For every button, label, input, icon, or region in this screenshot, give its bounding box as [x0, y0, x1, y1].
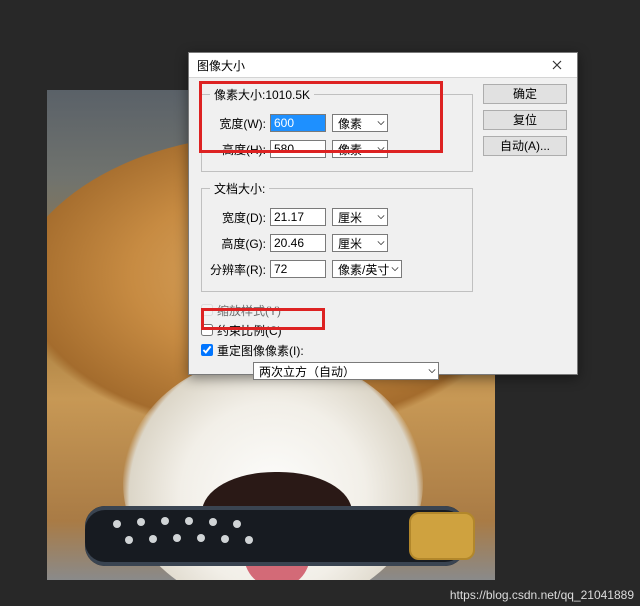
res-unit-select[interactable]: 像素/英寸 — [332, 260, 402, 278]
scale-styles-box — [201, 304, 213, 316]
resample-box[interactable] — [201, 344, 213, 356]
chevron-down-icon — [377, 213, 385, 221]
interpolation-value: 两次立方（自动） — [259, 363, 355, 380]
doc-height-label: 高度(G): — [210, 235, 270, 252]
image-size-dialog: 图像大小 像素大小:1010.5K 宽度(W): 像素 高度(H): — [188, 52, 578, 375]
constrain-label: 约束比例(C) — [217, 322, 282, 339]
doc-height-unit-select[interactable]: 厘米 — [332, 234, 388, 252]
doc-size-legend: 文档大小: — [210, 180, 269, 197]
close-icon — [552, 60, 562, 70]
constrain-checkbox[interactable]: 约束比例(C) — [201, 320, 473, 340]
collar-tag — [409, 512, 475, 560]
chevron-down-icon — [428, 367, 436, 375]
constrain-box[interactable] — [201, 324, 213, 336]
ok-button[interactable]: 确定 — [483, 84, 567, 104]
pixel-size-group: 像素大小:1010.5K 宽度(W): 像素 高度(H): 像素 — [201, 86, 473, 172]
width-label: 宽度(W): — [210, 115, 270, 132]
interpolation-select[interactable]: 两次立方（自动） — [253, 362, 439, 380]
reset-button[interactable]: 复位 — [483, 110, 567, 130]
res-label: 分辨率(R): — [210, 261, 270, 278]
height-unit-value: 像素 — [338, 141, 362, 158]
width-input[interactable] — [270, 114, 326, 132]
doc-width-unit-select[interactable]: 厘米 — [332, 208, 388, 226]
titlebar[interactable]: 图像大小 — [189, 53, 577, 78]
resample-checkbox[interactable]: 重定图像像素(I): — [201, 340, 473, 360]
scale-styles-checkbox[interactable]: 缩放样式(Y) — [201, 300, 473, 320]
dog-collar — [85, 506, 465, 566]
width-unit-select[interactable]: 像素 — [332, 114, 388, 132]
doc-width-input[interactable] — [270, 208, 326, 226]
doc-height-input[interactable] — [270, 234, 326, 252]
dialog-title: 图像大小 — [197, 57, 245, 74]
res-input[interactable] — [270, 260, 326, 278]
doc-height-unit-value: 厘米 — [338, 235, 362, 252]
chevron-down-icon — [391, 265, 399, 273]
height-label: 高度(H): — [210, 141, 270, 158]
doc-size-group: 文档大小: 宽度(D): 厘米 高度(G): 厘米 — [201, 180, 473, 292]
pixel-size-legend: 像素大小:1010.5K — [210, 86, 314, 103]
resample-label: 重定图像像素(I): — [217, 342, 304, 359]
doc-width-label: 宽度(D): — [210, 209, 270, 226]
close-button[interactable] — [537, 53, 577, 78]
scale-styles-label: 缩放样式(Y) — [217, 302, 281, 319]
watermark: https://blog.csdn.net/qq_21041889 — [450, 588, 634, 602]
res-unit-value: 像素/英寸 — [338, 261, 389, 278]
height-unit-select[interactable]: 像素 — [332, 140, 388, 158]
chevron-down-icon — [377, 239, 385, 247]
width-unit-value: 像素 — [338, 115, 362, 132]
chevron-down-icon — [377, 145, 385, 153]
auto-button[interactable]: 自动(A)... — [483, 136, 567, 156]
doc-width-unit-value: 厘米 — [338, 209, 362, 226]
chevron-down-icon — [377, 119, 385, 127]
height-input[interactable] — [270, 140, 326, 158]
